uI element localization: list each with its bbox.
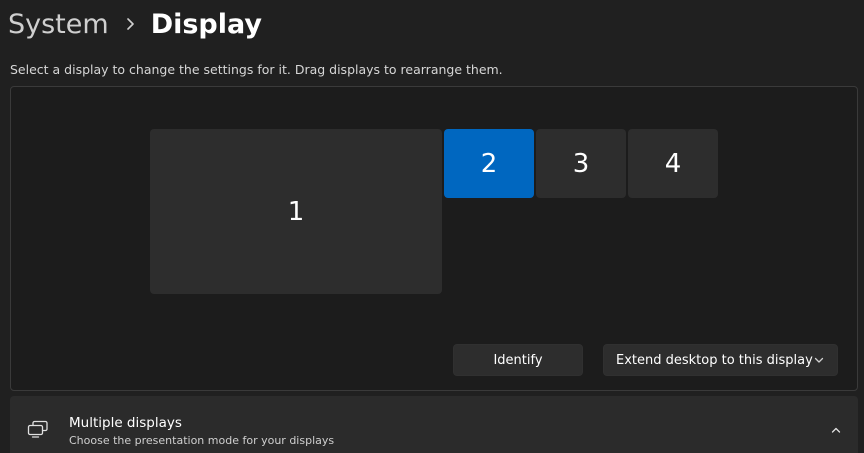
breadcrumb: System Display (8, 4, 262, 44)
multiple-displays-title: Multiple displays (69, 415, 182, 431)
chevron-down-icon (814, 357, 824, 363)
display-3-label: 3 (572, 148, 590, 179)
display-3-tile[interactable]: 3 (536, 129, 626, 198)
display-arrangement-panel: 1 2 3 4 Identify Extend desktop to this … (10, 86, 858, 391)
display-4-label: 4 (664, 148, 682, 179)
multiple-displays-mode-dropdown[interactable]: Extend desktop to this display (603, 344, 838, 376)
chevron-right-icon (126, 18, 134, 30)
identify-button-label: Identify (493, 352, 543, 368)
multiple-displays-mode-value: Extend desktop to this display (616, 352, 813, 368)
chevron-up-icon[interactable] (830, 424, 842, 436)
display-2-tile[interactable]: 2 (444, 129, 534, 198)
display-2-label: 2 (480, 148, 498, 179)
page-title: Display (150, 8, 262, 40)
multiple-displays-subtitle: Choose the presentation mode for your di… (69, 434, 335, 447)
display-settings-page: System Display Select a display to chang… (0, 0, 864, 453)
display-1-tile[interactable]: 1 (150, 129, 442, 294)
identify-button[interactable]: Identify (453, 344, 583, 376)
display-4-tile[interactable]: 4 (628, 129, 718, 198)
multiple-displays-section[interactable]: Multiple displays Choose the presentatio… (10, 396, 858, 453)
breadcrumb-system[interactable]: System (8, 9, 109, 40)
multiple-displays-icon (27, 420, 48, 438)
display-1-label: 1 (287, 196, 305, 227)
arrange-instructions: Select a display to change the settings … (10, 62, 503, 77)
